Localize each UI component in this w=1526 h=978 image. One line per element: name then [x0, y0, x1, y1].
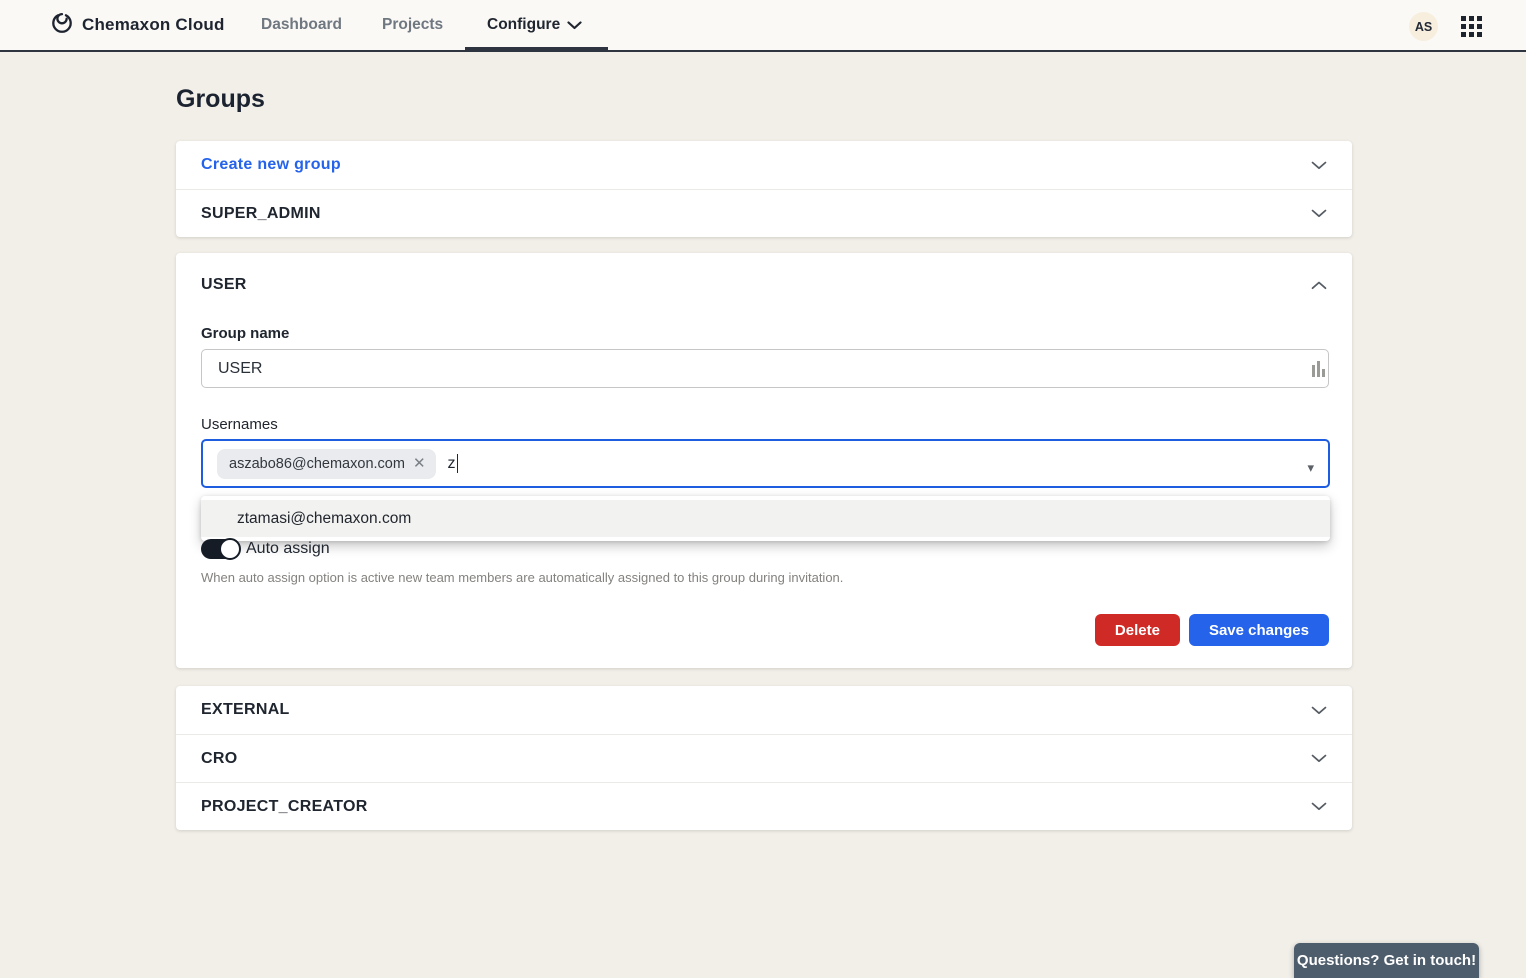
accordion-user-expanded: USER Group name Usernames aszabo86@chema… [176, 253, 1352, 668]
apps-grid-icon[interactable] [1461, 16, 1482, 37]
chevron-down-icon [1311, 209, 1327, 218]
usernames-label: Usernames [201, 416, 278, 433]
dropdown-option-label: ztamasi@chemaxon.com [237, 510, 411, 528]
chevron-down-icon [1311, 802, 1327, 811]
accordion-create-new-group[interactable]: Create new group [176, 141, 1352, 189]
accordion-group-bottom: EXTERNAL CRO PROJECT_CREATOR [176, 686, 1352, 830]
brand-name: Chemaxon Cloud [82, 15, 225, 35]
accordion-label: EXTERNAL [201, 701, 290, 719]
chevron-down-icon [1311, 754, 1327, 763]
save-changes-button[interactable]: Save changes [1189, 614, 1329, 646]
accordion-label: SUPER_ADMIN [201, 205, 321, 223]
group-name-label: Group name [201, 325, 289, 342]
accordion-user-header[interactable]: USER [176, 253, 1352, 317]
accordion-external[interactable]: EXTERNAL [176, 686, 1352, 734]
usernames-multiselect[interactable]: aszabo86@chemaxon.com ✕ z ▾ [201, 439, 1330, 488]
user-avatar[interactable]: AS [1409, 12, 1438, 41]
nav-item-label: Configure [487, 16, 560, 34]
page-title: Groups [176, 85, 265, 114]
accordion-label: USER [201, 276, 247, 294]
usernames-dropdown-menu: ztamasi@chemaxon.com [201, 496, 1330, 541]
password-manager-bars-icon [1312, 361, 1326, 377]
nav-item-label: Dashboard [261, 16, 342, 34]
chevron-down-icon [1311, 161, 1327, 170]
username-chip: aszabo86@chemaxon.com ✕ [217, 449, 436, 479]
nav-item-configure[interactable]: Configure [487, 0, 582, 50]
nav-item-dashboard[interactable]: Dashboard [261, 0, 342, 50]
auto-assign-row: Auto assign [201, 539, 330, 559]
auto-assign-toggle[interactable] [201, 539, 240, 559]
dropdown-option[interactable]: ztamasi@chemaxon.com [201, 500, 1330, 537]
accordion-cro[interactable]: CRO [176, 734, 1352, 782]
chevron-down-icon [1311, 706, 1327, 715]
chip-remove-icon[interactable]: ✕ [413, 456, 426, 471]
typed-query-text: z [448, 455, 456, 473]
select-caret-down-icon[interactable]: ▾ [1307, 461, 1314, 474]
get-in-touch-button[interactable]: Questions? Get in touch! [1294, 943, 1479, 978]
active-tab-indicator [465, 47, 608, 52]
create-new-group-label: Create new group [201, 156, 341, 174]
toggle-knob [219, 538, 241, 560]
avatar-initials: AS [1415, 20, 1432, 34]
chemaxon-logo-icon [50, 11, 74, 40]
accordion-super-admin[interactable]: SUPER_ADMIN [176, 189, 1352, 237]
accordion-group-top: Create new group SUPER_ADMIN [176, 141, 1352, 237]
auto-assign-label: Auto assign [246, 540, 330, 558]
top-navbar: Chemaxon Cloud Dashboard Projects Config… [0, 0, 1526, 52]
accordion-project-creator[interactable]: PROJECT_CREATOR [176, 782, 1352, 830]
panel-actions: Delete Save changes [1095, 614, 1329, 646]
accordion-label: CRO [201, 750, 237, 768]
accordion-label: PROJECT_CREATOR [201, 798, 368, 816]
chevron-down-icon [567, 21, 582, 30]
text-cursor [457, 454, 459, 473]
group-name-input[interactable] [201, 349, 1329, 388]
chevron-up-icon [1311, 281, 1327, 290]
delete-button[interactable]: Delete [1095, 614, 1180, 646]
brand[interactable]: Chemaxon Cloud [50, 0, 225, 50]
auto-assign-helper-text: When auto assign option is active new te… [201, 570, 843, 585]
nav-item-projects[interactable]: Projects [382, 0, 443, 50]
nav-item-label: Projects [382, 16, 443, 34]
chip-label: aszabo86@chemaxon.com [229, 456, 405, 472]
